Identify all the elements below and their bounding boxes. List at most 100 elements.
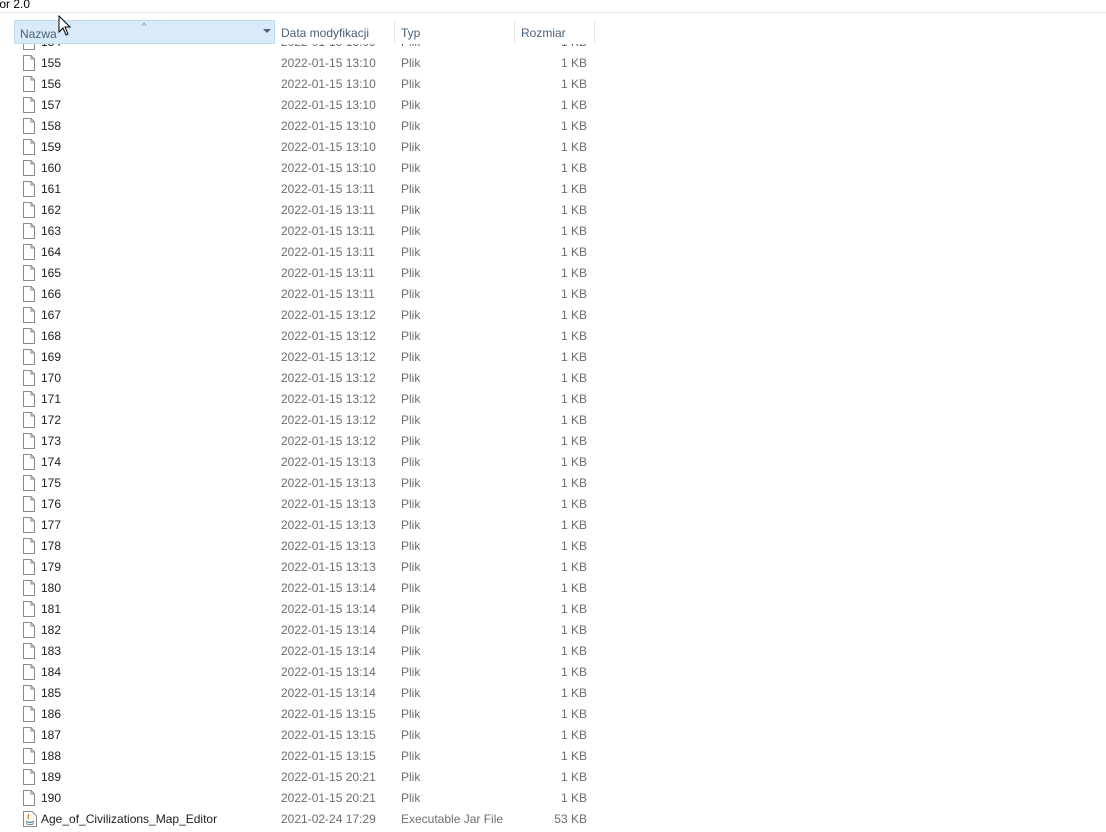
file-size: 1 KB: [560, 497, 587, 511]
file-name: 172: [41, 413, 62, 427]
file-row[interactable]: 162 2022-01-15 13:11 Plik 1 KB: [0, 200, 600, 221]
file-row[interactable]: 157 2022-01-15 13:10 Plik 1 KB: [0, 95, 600, 116]
blank-file-icon: [23, 307, 35, 323]
file-date: 2022-01-15 13:14: [281, 644, 376, 658]
file-row[interactable]: 180 2022-01-15 13:14 Plik 1 KB: [0, 578, 600, 599]
file-type: Plik: [401, 44, 420, 53]
file-row[interactable]: 158 2022-01-15 13:10 Plik 1 KB: [0, 116, 600, 137]
sort-ascending-icon: ^: [142, 21, 147, 31]
file-row[interactable]: 166 2022-01-15 13:11 Plik 1 KB: [0, 284, 600, 305]
file-row[interactable]: 185 2022-01-15 13:14 Plik 1 KB: [0, 683, 600, 704]
blank-file-icon: [23, 412, 35, 428]
file-size: 1 KB: [560, 686, 587, 700]
file-row[interactable]: 163 2022-01-15 13:11 Plik 1 KB: [0, 221, 600, 242]
file-row[interactable]: 184 2022-01-15 13:14 Plik 1 KB: [0, 662, 600, 683]
file-row[interactable]: 181 2022-01-15 13:14 Plik 1 KB: [0, 599, 600, 620]
file-explorer-window: tor 2.0 Nazwa ^ Data modyfikacji Typ Roz…: [0, 0, 1106, 832]
file-size: 1 KB: [560, 518, 587, 532]
blank-file-icon: [23, 559, 35, 575]
file-size: 1 KB: [560, 161, 587, 175]
file-row[interactable]: 179 2022-01-15 13:13 Plik 1 KB: [0, 557, 600, 578]
blank-file-icon: [23, 685, 35, 701]
file-date: 2022-01-15 13:10: [281, 140, 376, 154]
file-name: 157: [41, 98, 62, 112]
file-name: 183: [41, 644, 62, 658]
title-bar: tor 2.0: [0, 0, 1106, 13]
file-row[interactable]: 167 2022-01-15 13:12 Plik 1 KB: [0, 305, 600, 326]
file-row[interactable]: 176 2022-01-15 13:13 Plik 1 KB: [0, 494, 600, 515]
file-size: 1 KB: [560, 287, 587, 301]
file-type: Plik: [401, 770, 421, 784]
blank-file-icon: [23, 181, 35, 197]
file-size: 1 KB: [560, 665, 587, 679]
file-name: 161: [41, 182, 62, 196]
file-name: 186: [41, 707, 62, 721]
file-type: Plik: [401, 392, 421, 406]
column-header-name[interactable]: Nazwa ^: [14, 20, 275, 44]
file-name: 185: [41, 686, 62, 700]
file-row[interactable]: 173 2022-01-15 13:12 Plik 1 KB: [0, 431, 600, 452]
column-header-name-label: Nazwa: [20, 27, 57, 41]
file-row[interactable]: 175 2022-01-15 13:13 Plik 1 KB: [0, 473, 600, 494]
file-row[interactable]: 182 2022-01-15 13:14 Plik 1 KB: [0, 620, 600, 641]
blank-file-icon: [23, 538, 35, 554]
file-row[interactable]: 174 2022-01-15 13:13 Plik 1 KB: [0, 452, 600, 473]
chevron-down-icon[interactable]: [263, 29, 271, 33]
file-row[interactable]: 159 2022-01-15 13:10 Plik 1 KB: [0, 137, 600, 158]
file-date: 2022-01-15 13:12: [281, 329, 376, 343]
file-row[interactable]: 186 2022-01-15 13:15 Plik 1 KB: [0, 704, 600, 725]
file-row[interactable]: 155 2022-01-15 13:10 Plik 1 KB: [0, 53, 600, 74]
file-row[interactable]: 187 2022-01-15 13:15 Plik 1 KB: [0, 725, 600, 746]
file-row[interactable]: 169 2022-01-15 13:12 Plik 1 KB: [0, 347, 600, 368]
file-size: 1 KB: [560, 455, 587, 469]
file-row[interactable]: 156 2022-01-15 13:10 Plik 1 KB: [0, 74, 600, 95]
file-row[interactable]: Age_of_Civilizations_Map_Editor 2021-02-…: [0, 809, 600, 830]
file-size: 1 KB: [560, 476, 587, 490]
file-date: 2022-01-15 13:10: [281, 56, 376, 70]
file-type: Plik: [401, 266, 421, 280]
file-size: 1 KB: [560, 182, 587, 196]
file-row[interactable]: 170 2022-01-15 13:12 Plik 1 KB: [0, 368, 600, 389]
file-size: 1 KB: [560, 539, 587, 553]
file-row[interactable]: 190 2022-01-15 20:21 Plik 1 KB: [0, 788, 600, 809]
file-row[interactable]: 171 2022-01-15 13:12 Plik 1 KB: [0, 389, 600, 410]
file-name: 189: [41, 770, 62, 784]
file-row[interactable]: 154 2022-01-15 13:09 Plik 1 KB: [0, 44, 600, 53]
blank-file-icon: [23, 370, 35, 386]
file-row[interactable]: 188 2022-01-15 13:15 Plik 1 KB: [0, 746, 600, 767]
file-row[interactable]: 164 2022-01-15 13:11 Plik 1 KB: [0, 242, 600, 263]
file-size: 1 KB: [561, 44, 587, 53]
file-row[interactable]: 189 2022-01-15 20:21 Plik 1 KB: [0, 767, 600, 788]
column-header-size[interactable]: Rozmiar: [515, 20, 595, 44]
file-row[interactable]: 178 2022-01-15 13:13 Plik 1 KB: [0, 536, 600, 557]
file-row[interactable]: 165 2022-01-15 13:11 Plik 1 KB: [0, 263, 600, 284]
file-date: 2022-01-15 13:11: [281, 266, 375, 280]
file-type: Plik: [401, 518, 421, 532]
file-list: 154 2022-01-15 13:09 Plik 1 KB 155 2022-…: [0, 44, 600, 832]
column-header-type[interactable]: Typ: [395, 20, 515, 44]
file-name: 174: [41, 455, 62, 469]
file-type: Plik: [401, 791, 421, 805]
file-row[interactable]: 172 2022-01-15 13:12 Plik 1 KB: [0, 410, 600, 431]
column-header-date-label: Data modyfikacji: [281, 26, 370, 40]
file-size: 1 KB: [560, 749, 587, 763]
file-date: 2022-01-15 13:12: [281, 371, 376, 385]
file-size: 1 KB: [560, 56, 587, 70]
file-row[interactable]: 160 2022-01-15 13:10 Plik 1 KB: [0, 158, 600, 179]
file-name: 167: [41, 308, 62, 322]
file-type: Plik: [401, 749, 421, 763]
file-size: 1 KB: [560, 224, 587, 238]
file-type: Plik: [401, 308, 421, 322]
file-row[interactable]: 177 2022-01-15 13:13 Plik 1 KB: [0, 515, 600, 536]
file-type: Plik: [401, 455, 421, 469]
file-date: 2022-01-15 13:15: [281, 707, 376, 721]
file-row[interactable]: 161 2022-01-15 13:11 Plik 1 KB: [0, 179, 600, 200]
file-date: 2022-01-15 13:11: [281, 182, 375, 196]
file-row[interactable]: 183 2022-01-15 13:14 Plik 1 KB: [0, 641, 600, 662]
file-type: Plik: [401, 581, 421, 595]
file-row[interactable]: 168 2022-01-15 13:12 Plik 1 KB: [0, 326, 600, 347]
file-type: Plik: [401, 329, 421, 343]
file-type: Plik: [401, 728, 421, 742]
column-header-date[interactable]: Data modyfikacji: [275, 20, 395, 44]
file-size: 1 KB: [560, 791, 587, 805]
